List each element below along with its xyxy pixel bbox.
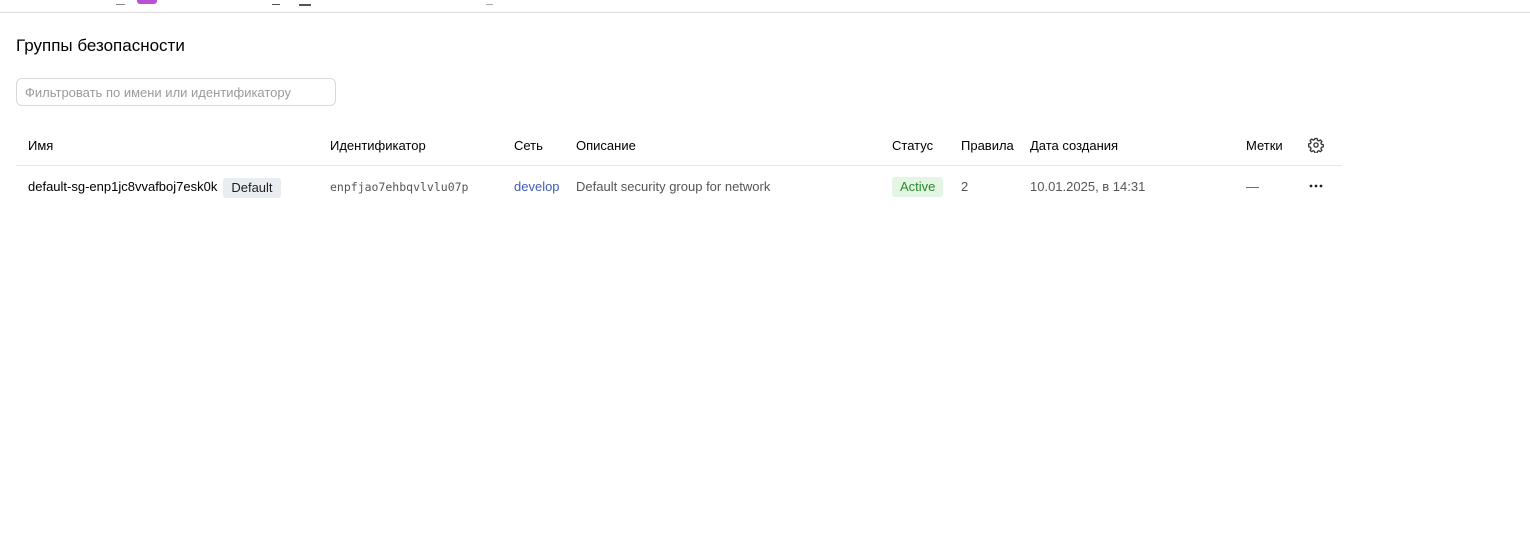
nav-fragment (486, 0, 493, 5)
nav-fragment (116, 0, 125, 5)
page-title: Группы безопасности (16, 36, 185, 55)
table-row[interactable]: default-sg-enp1jc8vvafboj7esk0k Default e… (16, 166, 1342, 208)
status-cell: Active (892, 177, 944, 197)
security-groups-table: Имя Идентификатор Сеть Описание Статус П… (16, 126, 1342, 208)
column-header-description[interactable]: Описание (576, 137, 636, 154)
column-header-created[interactable]: Дата создания (1030, 137, 1118, 154)
nav-fragment (272, 0, 280, 5)
column-header-labels[interactable]: Метки (1246, 137, 1283, 154)
created-date: 10.01.2025, в 14:31 (1030, 179, 1146, 194)
more-horizontal-icon[interactable] (1307, 177, 1325, 195)
column-header-name[interactable]: Имя (28, 137, 53, 154)
nav-avatar-fragment[interactable] (137, 0, 157, 4)
status-badge: Active (892, 177, 944, 197)
table-header: Имя Идентификатор Сеть Описание Статус П… (16, 126, 1342, 166)
network-link[interactable]: develop (514, 177, 560, 196)
security-group-id: enpfjao7ehbqvlvlu07p (330, 180, 469, 194)
default-badge: Default (223, 177, 281, 198)
column-header-status[interactable]: Статус (892, 137, 933, 154)
column-header-network[interactable]: Сеть (514, 137, 543, 154)
column-header-id[interactable]: Идентификатор (330, 137, 426, 154)
rules-count: 2 (961, 179, 969, 194)
gear-icon[interactable] (1307, 136, 1325, 154)
security-group-name-cell: default-sg-enp1jc8vvafboj7esk0k Default (28, 177, 281, 198)
top-navigation-bar (0, 0, 1530, 13)
security-group-name[interactable]: default-sg-enp1jc8vvafboj7esk0k (28, 179, 217, 194)
labels-cell: — (1246, 179, 1259, 194)
filter-input[interactable] (16, 78, 336, 106)
nav-fragment (299, 0, 311, 6)
description-cell: Default security group for network (576, 179, 771, 194)
column-header-rules[interactable]: Правила (961, 137, 1014, 154)
